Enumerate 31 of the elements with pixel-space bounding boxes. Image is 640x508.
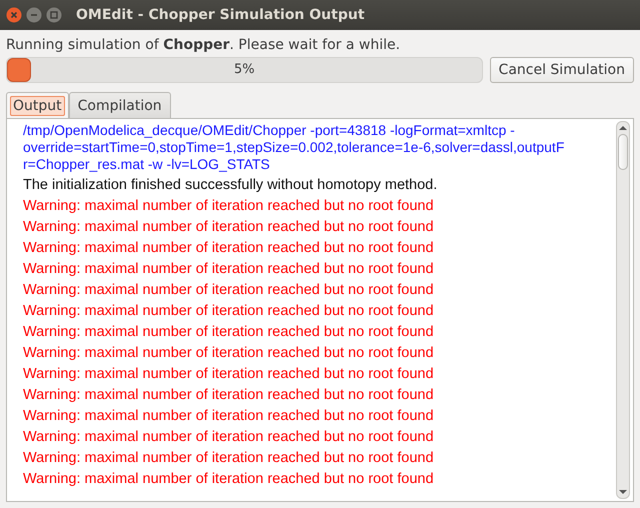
- log-line: Warning: maximal number of iteration reached but no root found: [23, 449, 435, 468]
- log-line: Warning: maximal number of iteration reached but no root found: [23, 344, 435, 363]
- tab[interactable]: Compilation: [68, 92, 171, 118]
- maximize-icon[interactable]: [46, 7, 62, 23]
- status-message: Running simulation of Chopper. Please wait for a while.: [6, 36, 402, 55]
- scroll-up-icon[interactable]: [619, 125, 627, 131]
- log-line: Warning: maximal number of iteration reached but no root found: [23, 323, 435, 342]
- log-line: Warning: maximal number of iteration reached but no root found: [23, 281, 435, 300]
- tab[interactable]: Output: [6, 92, 69, 118]
- log-line: /tmp/OpenModelica_decque/OMEdit/Chopper -port=43818 -logFormat=xmltcp -: [23, 122, 516, 139]
- log-line: r=Chopper_res.mat -w -lv=LOG_STATS: [23, 156, 271, 173]
- log-line: Warning: maximal number of iteration reached but no root found: [23, 260, 435, 279]
- window-title: OMEdit - Chopper Simulation Output: [76, 7, 365, 23]
- progress-reading: 5%: [232, 61, 256, 79]
- log-line: Warning: maximal number of iteration reached but no root found: [23, 470, 435, 489]
- close-icon[interactable]: [6, 7, 22, 23]
- log-line: Warning: maximal number of iteration reached but no root found: [23, 218, 435, 237]
- log-line: The initialization finished successfully without homotopy method.: [23, 176, 438, 195]
- log-line: Warning: maximal number of iteration reached but no root found: [23, 197, 435, 216]
- log-line: Warning: maximal number of iteration reached but no root found: [23, 407, 435, 426]
- log-line: Warning: maximal number of iteration reached but no root found: [23, 428, 435, 447]
- minimize-icon[interactable]: [26, 7, 42, 23]
- scroll-down-icon[interactable]: [619, 489, 627, 495]
- scrollbar-thumb[interactable]: [618, 134, 628, 170]
- log-line: Warning: maximal number of iteration reached but no root found: [23, 302, 435, 321]
- log-line: Warning: maximal number of iteration reached but no root found: [23, 239, 435, 258]
- log-line: Warning: maximal number of iteration reached but no root found: [23, 386, 435, 405]
- log-line: override=startTime=0,stopTime=1,stepSize=0.002,tolerance=1e-6,solver=dassl,outputF: [23, 139, 566, 156]
- cancel-button[interactable]: Cancel Simulation: [490, 57, 634, 83]
- scrollbar[interactable]: [616, 121, 630, 499]
- log-line: Warning: maximal number of iteration reached but no root found: [23, 365, 435, 384]
